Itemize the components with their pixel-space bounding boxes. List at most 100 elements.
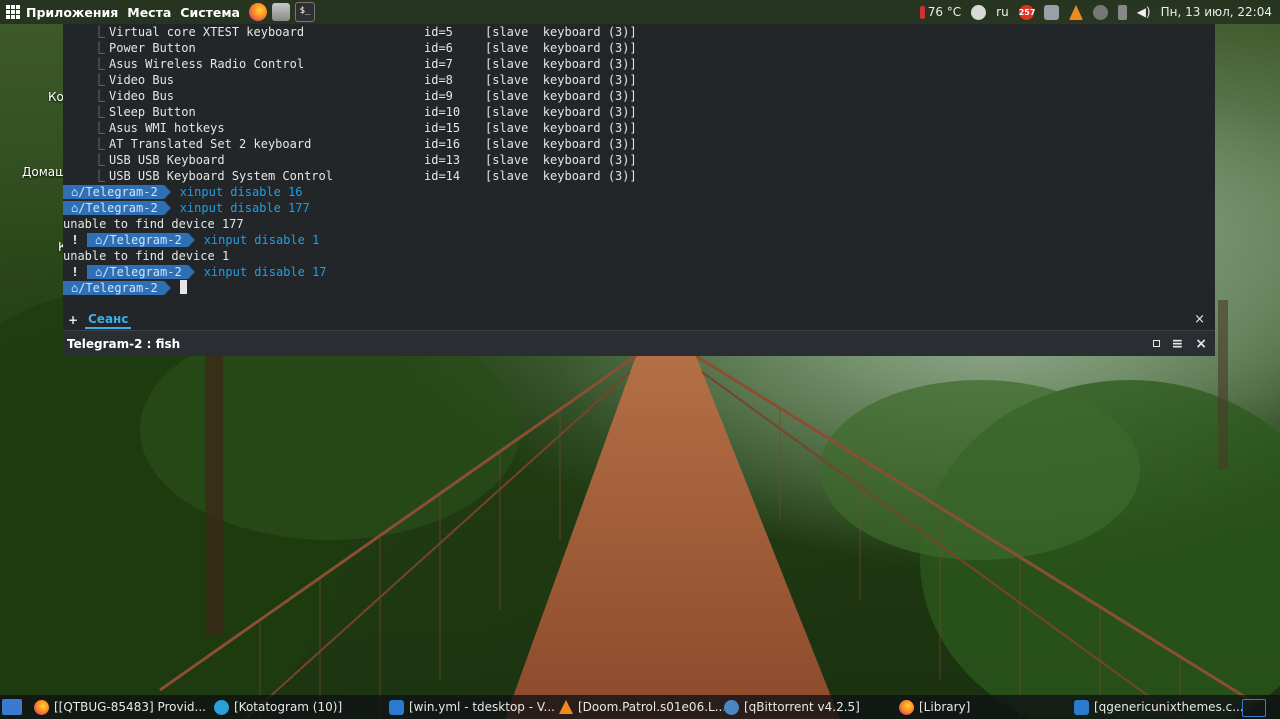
prompt-path: ⌂/Telegram-2 <box>63 281 171 295</box>
prompt-line: ⌂/Telegram-2 xinput disable 16 <box>63 184 1215 200</box>
device-line: ⎿ Sleep Button id=10 [slave keyboard (3)] <box>63 104 1215 120</box>
command-text: xinput disable 177 <box>179 201 310 215</box>
volume-icon[interactable]: ◀) <box>1137 5 1151 19</box>
notification-badge[interactable]: 257 <box>1018 4 1035 20</box>
device-id: id=15 <box>424 121 461 135</box>
device-role: [slave keyboard (3)] <box>485 41 637 55</box>
taskbar-item-label: [Doom.Patrol.s01e06.L... <box>578 700 724 714</box>
device-role: [slave keyboard (3)] <box>485 89 637 103</box>
terminal-window[interactable]: ⎿ Virtual core XTEST keyboard id=5 [slave k… <box>63 24 1215 356</box>
thermometer-icon <box>919 5 925 19</box>
taskbar-item[interactable]: [Library] <box>899 695 1074 719</box>
device-id: id=13 <box>424 153 461 167</box>
device-name: Power Button <box>109 41 196 55</box>
wifi-icon[interactable] <box>1092 4 1108 20</box>
device-name: USB USB Keyboard System Control <box>109 169 333 183</box>
network-icon[interactable] <box>971 4 987 20</box>
close-tab-icon[interactable]: × <box>1194 312 1205 327</box>
device-name: Video Bus <box>109 89 175 103</box>
taskbar-item-label: [Kotatogram (10)] <box>234 700 343 714</box>
tree-branch-glyph: ⎿ <box>93 41 106 55</box>
taskbar-item-label: [Library] <box>919 700 971 714</box>
tree-branch-glyph: ⎿ <box>93 137 106 151</box>
device-id: id=7 <box>424 57 453 71</box>
top-panel: Приложения Места Система $_ 76 °C ru 257… <box>0 0 1280 24</box>
prompt-line: ⌂/Telegram-2 xinput disable 177 <box>63 200 1215 216</box>
files-icon[interactable] <box>271 3 290 21</box>
device-name: Video Bus <box>109 73 175 87</box>
device-id: id=9 <box>424 89 453 103</box>
device-name: Sleep Button <box>109 105 196 119</box>
command-text: xinput disable 1 <box>203 233 320 247</box>
desktop-icon-label[interactable]: Домаш <box>22 165 66 179</box>
vscode-icon <box>389 699 404 715</box>
menu-system[interactable]: Система <box>180 5 240 20</box>
taskbar-item-label: [qBittorrent v4.2.5] <box>744 700 860 714</box>
taskbar-item[interactable]: [[QTBUG-85483] Provid... <box>34 695 214 719</box>
tree-branch-glyph: ⎿ <box>93 57 106 71</box>
terminal-icon[interactable]: $_ <box>294 2 315 22</box>
prompt-line: ! ⌂/Telegram-2 xinput disable 1 <box>63 232 1215 248</box>
device-id: id=10 <box>424 105 461 119</box>
menu-applications[interactable]: Приложения <box>26 5 118 20</box>
taskbar-item[interactable]: [qgenericunixthemes.c... <box>1074 695 1244 719</box>
tree-branch-glyph: ⎿ <box>93 169 106 183</box>
desktop-icon-label[interactable]: Ко <box>48 90 64 104</box>
task-list: [[QTBUG-85483] Provid... [Kotatogram (10)… <box>34 695 1244 719</box>
menu-places[interactable]: Места <box>127 5 171 20</box>
taskbar-item[interactable]: [Kotatogram (10)] <box>214 695 389 719</box>
tree-branch-glyph: ⎿ <box>93 25 106 39</box>
clock[interactable]: Пн, 13 июл, 22:04 <box>1161 5 1272 19</box>
battery-icon[interactable] <box>1117 4 1127 20</box>
prompt-path: ⌂/Telegram-2 <box>87 233 195 247</box>
tab-session[interactable]: Сеанс <box>85 311 132 329</box>
device-line: ⎿ USB USB Keyboard System Control id=14 [sl… <box>63 168 1215 184</box>
device-role: [slave keyboard (3)] <box>485 105 637 119</box>
show-desktop-button[interactable] <box>2 699 22 715</box>
tree-branch-glyph: ⎿ <box>93 89 106 103</box>
device-name: Asus Wireless Radio Control <box>109 57 305 71</box>
device-line: ⎿ Asus Wireless Radio Control id=7 [slave k… <box>63 56 1215 72</box>
device-role: [slave keyboard (3)] <box>485 153 637 167</box>
window-title: Telegram-2 : fish <box>67 336 181 351</box>
taskbar-item[interactable]: [qBittorrent v4.2.5] <box>724 695 899 719</box>
vlc-icon[interactable] <box>1068 4 1083 20</box>
telegram-icon <box>214 699 229 715</box>
tab-bar: + Сеанс × <box>63 310 1215 330</box>
taskbar-item-label: [[QTBUG-85483] Provid... <box>54 700 206 714</box>
taskbar-item-label: [qgenericunixthemes.c... <box>1094 700 1244 714</box>
taskbar-item[interactable]: [win.yml - tdesktop - V... <box>389 695 559 719</box>
qbittorrent-icon <box>724 699 739 715</box>
firefox-icon <box>899 699 914 715</box>
text-cursor[interactable] <box>179 280 187 294</box>
firefox-icon <box>34 699 49 715</box>
taskbar: [[QTBUG-85483] Provid... [Kotatogram (10)… <box>0 695 1280 719</box>
qbittorrent-tray-icon[interactable] <box>1043 4 1059 20</box>
close-window-icon[interactable]: × <box>1195 336 1207 352</box>
device-role: [slave keyboard (3)] <box>485 57 637 71</box>
vlc-icon <box>559 700 573 714</box>
taskbar-item[interactable]: [Doom.Patrol.s01e06.L... <box>559 695 724 719</box>
workspace-switcher[interactable] <box>1242 699 1266 717</box>
device-line: ⎿ Video Bus id=9 [slave keyboard (3)] <box>63 88 1215 104</box>
command-output: unable to find device 177 <box>63 217 244 231</box>
app-grid-icon[interactable] <box>6 5 20 19</box>
prompt-path: ⌂/Telegram-2 <box>63 185 171 199</box>
tree-branch-glyph: ⎿ <box>93 153 106 167</box>
device-name: USB USB Keyboard <box>109 153 225 167</box>
menu-icon[interactable]: ≡ <box>1172 336 1184 352</box>
device-id: id=14 <box>424 169 461 183</box>
firefox-icon[interactable] <box>248 3 267 21</box>
maximize-icon[interactable] <box>1152 340 1160 347</box>
tree-branch-glyph: ⎿ <box>93 121 106 135</box>
device-role: [slave keyboard (3)] <box>485 137 637 151</box>
prompt-path: ⌂/Telegram-2 <box>63 201 171 215</box>
new-tab-button[interactable]: + <box>64 313 82 327</box>
temperature-indicator[interactable]: 76 °C <box>919 5 961 19</box>
command-text: xinput disable 16 <box>179 185 303 199</box>
terminal-output[interactable]: ⎿ Virtual core XTEST keyboard id=5 [slave k… <box>63 24 1215 310</box>
keyboard-layout[interactable]: ru <box>996 5 1009 19</box>
tree-branch-glyph: ⎿ <box>93 73 106 87</box>
command-text: xinput disable 17 <box>203 265 327 279</box>
device-id: id=6 <box>424 41 453 55</box>
